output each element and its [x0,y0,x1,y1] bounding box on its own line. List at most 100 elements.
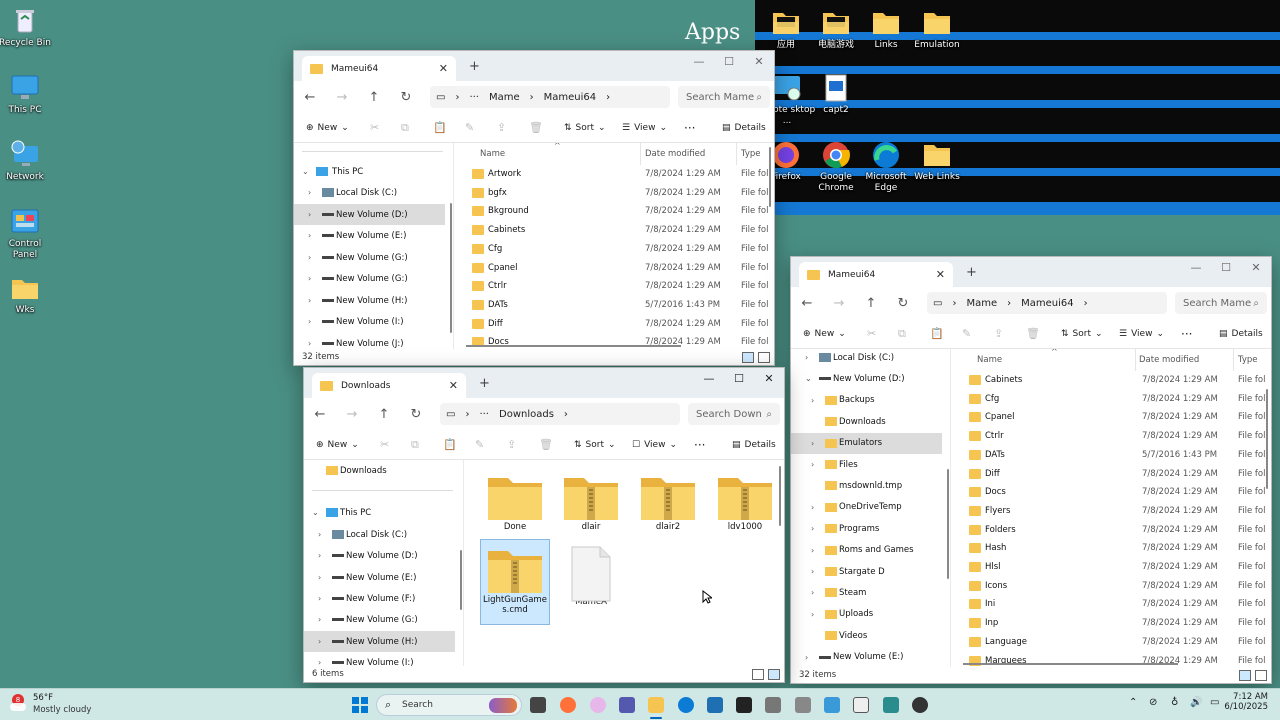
table-row[interactable]: Cabinets 7/8/2024 1:29 AM File fol [460,221,774,240]
refresh-icon[interactable]: ↻ [400,407,432,422]
tree-item[interactable]: › New Volume (H:) [304,631,455,652]
paste-icon[interactable]: 📋 [443,438,457,451]
tree-item[interactable]: › Uploads [791,604,942,625]
edge-icon[interactable] [678,697,694,713]
explorer-window-mameui64-top[interactable]: Mameui64 ✕ + — ☐ ✕ ← → ↑ ↻ ▭ › ··· Mame … [293,50,775,366]
breadcrumb-item[interactable]: Mameui64 [544,92,597,103]
store-icon[interactable] [707,697,723,713]
close-tab-icon[interactable]: ✕ [936,268,945,281]
tiles-view-icon[interactable] [758,352,770,363]
up-icon[interactable]: ↑ [358,90,390,105]
table-row[interactable]: DATs 5/7/2016 1:43 PM File fol [957,446,1271,465]
explorer-window-mameui64-right[interactable]: Mameui64 ✕ + — ☐ ✕ ← → ↑ ↻ ▭ › Mame › Ma… [790,256,1272,684]
tree-item[interactable]: › New Volume (J:) [294,333,445,349]
cut-icon[interactable]: ✂ [380,438,389,451]
desktop-icon-yingyong[interactable]: 应用 [758,8,814,51]
delete-icon[interactable]: 🗑 [1026,327,1040,340]
table-row[interactable]: Cabinets 7/8/2024 1:29 AM File fol [957,371,1271,390]
table-row[interactable]: Flyers 7/8/2024 1:29 AM File fol [957,502,1271,521]
close-tab-icon[interactable]: ✕ [449,379,458,392]
tree-item[interactable]: › New Volume (E:) [791,647,942,667]
desktop-icon-this-pc[interactable]: This PC [0,73,53,116]
calculator-icon[interactable] [883,697,899,713]
breadcrumb-item[interactable]: Mameui64 [1021,298,1074,309]
navigation-pane[interactable]: ⌄ This PC › Local Disk (C:) › New Volume (D… [294,143,454,349]
table-row[interactable]: Cfg 7/8/2024 1:29 AM File fol [957,390,1271,409]
cut-icon[interactable]: ✂ [370,121,379,134]
speaker-icon[interactable]: 🔊 [1190,697,1202,708]
details-button[interactable]: ▤ Details [1219,329,1263,339]
close-window-icon[interactable]: ✕ [1241,261,1271,274]
view-button[interactable]: ☰ View ⌄ [1119,329,1164,339]
close-window-icon[interactable]: ✕ [754,372,784,385]
new-tab-icon[interactable]: + [966,265,977,280]
file-list[interactable]: Name ^ Date modified Type Artwork 7/8/202… [460,143,774,349]
column-date[interactable]: Date modified [645,149,705,159]
breadcrumb-item[interactable]: Mame [966,298,997,309]
tab-mameui64[interactable]: Mameui64 ✕ [302,56,456,81]
taskbar-search[interactable]: ⌕ Search [376,694,522,716]
table-row[interactable]: Diff 7/8/2024 1:29 AM File fol [460,315,774,334]
refresh-icon[interactable]: ↻ [887,296,919,311]
network-tool-icon[interactable] [795,697,811,713]
tree-item[interactable]: › Steam [791,582,942,603]
tree-item[interactable]: › Local Disk (C:) [304,524,455,545]
rename-icon[interactable]: ✎ [475,438,484,451]
tree-item[interactable]: › New Volume (I:) [304,652,455,667]
table-row[interactable]: Docs 7/8/2024 1:29 AM File fol [957,483,1271,502]
back-icon[interactable]: ← [791,296,823,311]
tree-item[interactable]: › Files [791,454,942,475]
tree-item[interactable]: › OneDriveTemp [791,497,942,518]
file-explorer-icon[interactable] [648,697,664,713]
column-name[interactable]: Name [977,355,1002,365]
more-locations-icon[interactable]: ··· [469,92,479,103]
paste-icon[interactable]: 📋 [930,327,944,340]
tree-item[interactable]: › New Volume (E:) [294,225,445,246]
table-row[interactable]: Hlsl 7/8/2024 1:29 AM File fol [957,558,1271,577]
share-icon[interactable]: ⇪ [497,121,506,134]
new-button[interactable]: ⊕ New ⌄ [803,329,846,339]
tree-item[interactable]: › Stargate D [791,561,942,582]
breadcrumb-item[interactable]: Downloads [499,409,554,420]
desktop-icon-wks[interactable]: Wks [0,273,53,316]
paste-icon[interactable]: 📋 [433,121,447,134]
file-tiles[interactable]: Done dlair dlair2 ldv1000 LightGunGames.cmd M… [470,460,784,666]
maximize-icon[interactable]: ☐ [1211,261,1241,274]
tree-item-downloads[interactable]: Downloads [304,460,455,481]
rename-icon[interactable]: ✎ [962,327,971,340]
tiles-view-icon[interactable] [768,669,780,680]
wifi-icon[interactable]: ⊘ [1149,697,1157,708]
file-tile[interactable]: Done [480,470,550,532]
tree-item[interactable]: ⌄ This PC [294,161,445,182]
tree-item[interactable]: › New Volume (H:) [294,290,445,311]
battery-icon[interactable]: ▭ [1210,697,1219,708]
forward-icon[interactable]: → [336,407,368,422]
snipping-tool-icon[interactable] [765,697,781,713]
desktop-icon-web-links[interactable]: Web Links [909,140,965,183]
details-view-icon[interactable] [1239,670,1251,681]
more-options-icon[interactable]: ··· [1181,327,1192,341]
search-box[interactable]: Search Mame ⌕ [678,86,770,108]
minimize-icon[interactable]: — [1181,261,1211,274]
copy-icon[interactable]: ⧉ [401,121,409,135]
table-row[interactable]: Artwork 7/8/2024 1:29 AM File fol [460,165,774,184]
copilot-icon[interactable] [590,697,606,713]
tree-item[interactable]: › New Volume (F:) [304,588,455,609]
delete-icon[interactable]: 🗑 [539,438,553,451]
table-row[interactable]: Language 7/8/2024 1:29 AM File fol [957,633,1271,652]
table-row[interactable]: Icons 7/8/2024 1:29 AM File fol [957,577,1271,596]
table-row[interactable]: Ini 7/8/2024 1:29 AM File fol [957,595,1271,614]
tree-item[interactable]: › Emulators [791,432,942,454]
address-bar[interactable]: ▭ › ··· Downloads › [440,403,680,425]
more-options-icon[interactable]: ··· [684,121,695,135]
new-tab-icon[interactable]: + [479,376,490,391]
tree-item[interactable]: › Backups [791,390,942,411]
copy-icon[interactable]: ⧉ [411,438,419,452]
close-tab-icon[interactable]: ✕ [439,62,448,75]
task-view-icon[interactable] [530,697,546,713]
app-icon[interactable] [824,697,840,713]
delete-icon[interactable]: 🗑 [529,121,543,134]
up-icon[interactable]: ↑ [368,407,400,422]
cut-icon[interactable]: ✂ [867,327,876,340]
desktop-icon-network[interactable]: Network [0,140,53,183]
